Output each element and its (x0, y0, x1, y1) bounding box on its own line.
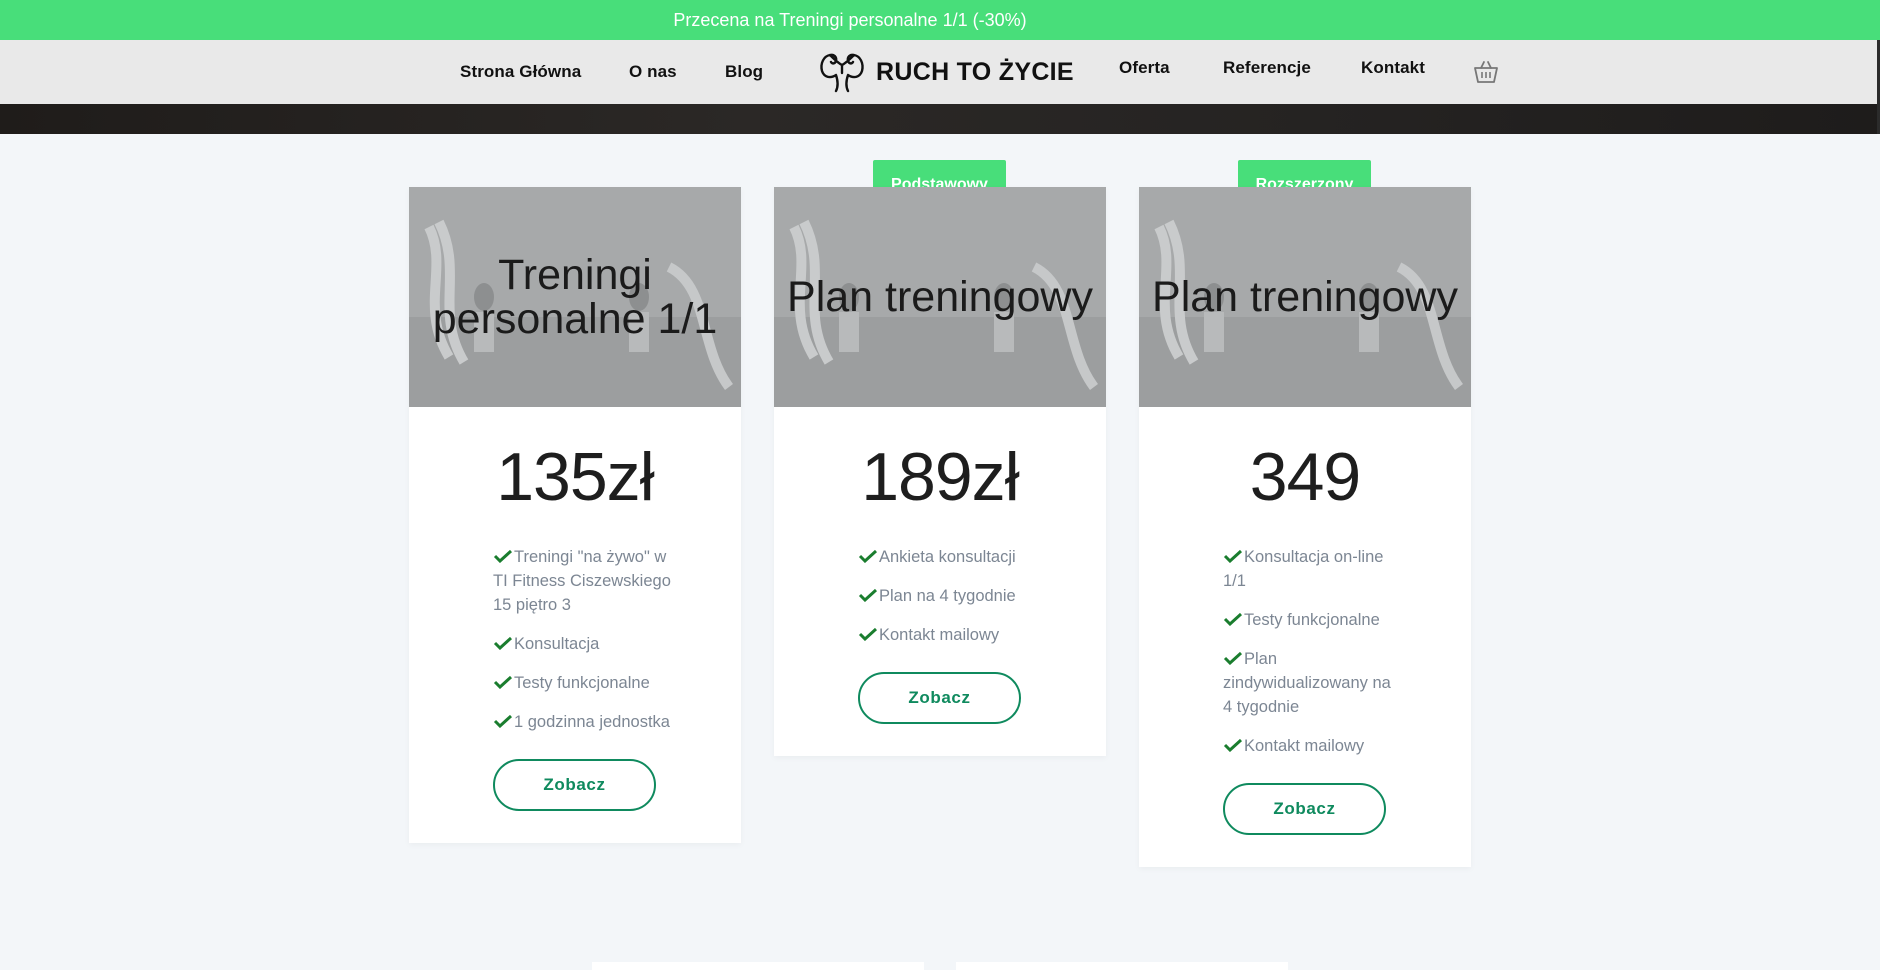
card-title: Plan treningowy (1152, 273, 1458, 321)
nav-contact[interactable]: Kontakt (1361, 36, 1425, 100)
check-icon (1223, 738, 1243, 752)
feature-item: Kontakt mailowy (858, 623, 1038, 647)
feature-list: Konsultacja on-line 1/1 Testy funkcjonal… (1139, 545, 1471, 758)
promo-bar[interactable]: Przecena na Treningi personalne 1/1 (-30… (0, 0, 1880, 40)
flexing-arms-icon (820, 53, 864, 93)
card-title: Treningi personalne 1/1 (432, 251, 718, 343)
basket-icon[interactable] (1472, 58, 1500, 86)
check-icon (493, 675, 513, 689)
see-button-basic[interactable]: Zobacz (858, 672, 1021, 724)
pricing-card-basic: Plan treningowy 189zł Ankieta konsultacj… (774, 187, 1106, 756)
check-icon (1223, 549, 1243, 563)
nav-home[interactable]: Strona Główna (460, 40, 581, 104)
pricing-card-personal: Treningi personalne 1/1 135zł Treningi "… (409, 187, 741, 843)
card-image: Plan treningowy (774, 187, 1106, 407)
feature-item: Konsultacja on-line 1/1 (1223, 548, 1384, 590)
see-button-extended[interactable]: Zobacz (1223, 783, 1386, 835)
check-icon (1223, 612, 1243, 626)
feature-list: Ankieta konsultacji Plan na 4 tygodnie K… (774, 545, 1106, 647)
see-button-personal[interactable]: Zobacz (493, 759, 656, 811)
next-card-partial (956, 962, 1288, 970)
nav-offer[interactable]: Oferta (1119, 36, 1170, 100)
next-card-partial (592, 962, 924, 970)
price: 189zł (861, 439, 1020, 515)
price: 135zł (496, 439, 655, 515)
feature-item: Testy funkcjonalne (493, 671, 673, 695)
nav-about[interactable]: O nas (629, 40, 677, 104)
feature-item: Testy funkcjonalne (1223, 608, 1403, 632)
check-icon (858, 549, 878, 563)
pricing-card-extended: Plan treningowy 349 Konsultacja on-line … (1139, 187, 1471, 867)
card-title: Plan treningowy (787, 273, 1093, 321)
price: 349 (1249, 439, 1361, 515)
card-image: Plan treningowy (1139, 187, 1471, 407)
nav-references[interactable]: Referencje (1223, 36, 1311, 100)
check-icon (858, 588, 878, 602)
check-icon (493, 714, 513, 728)
promo-text[interactable]: Przecena na Treningi personalne 1/1 (-30… (673, 10, 1026, 31)
feature-item: Treningi "na żywo" w TI Fitness Ciszewsk… (493, 548, 671, 614)
logo-text: RUCH TO ŻYCIE (876, 57, 1074, 86)
check-icon (858, 627, 878, 641)
site-logo[interactable]: RUCH TO ŻYCIE (816, 50, 1074, 94)
card-image: Treningi personalne 1/1 (409, 187, 741, 407)
check-icon (493, 549, 513, 563)
check-icon (493, 636, 513, 650)
feature-item: Konsultacja (493, 632, 673, 656)
feature-item: Plan na 4 tygodnie (858, 584, 1038, 608)
nav-blog[interactable]: Blog (725, 40, 763, 104)
main-nav: Strona Główna O nas Blog RUCH TO ŻYCIE O… (0, 40, 1880, 104)
feature-item: Plan zindywidualizowany na 4 tygodnie (1223, 650, 1391, 716)
feature-list: Treningi "na żywo" w TI Fitness Ciszewsk… (409, 545, 741, 734)
feature-item: Kontakt mailowy (1223, 734, 1403, 758)
check-icon (1223, 651, 1243, 665)
feature-item: 1 godzinna jednostka (493, 710, 673, 734)
feature-item: Ankieta konsultacji (858, 545, 1038, 569)
hero-image-strip (0, 104, 1878, 134)
